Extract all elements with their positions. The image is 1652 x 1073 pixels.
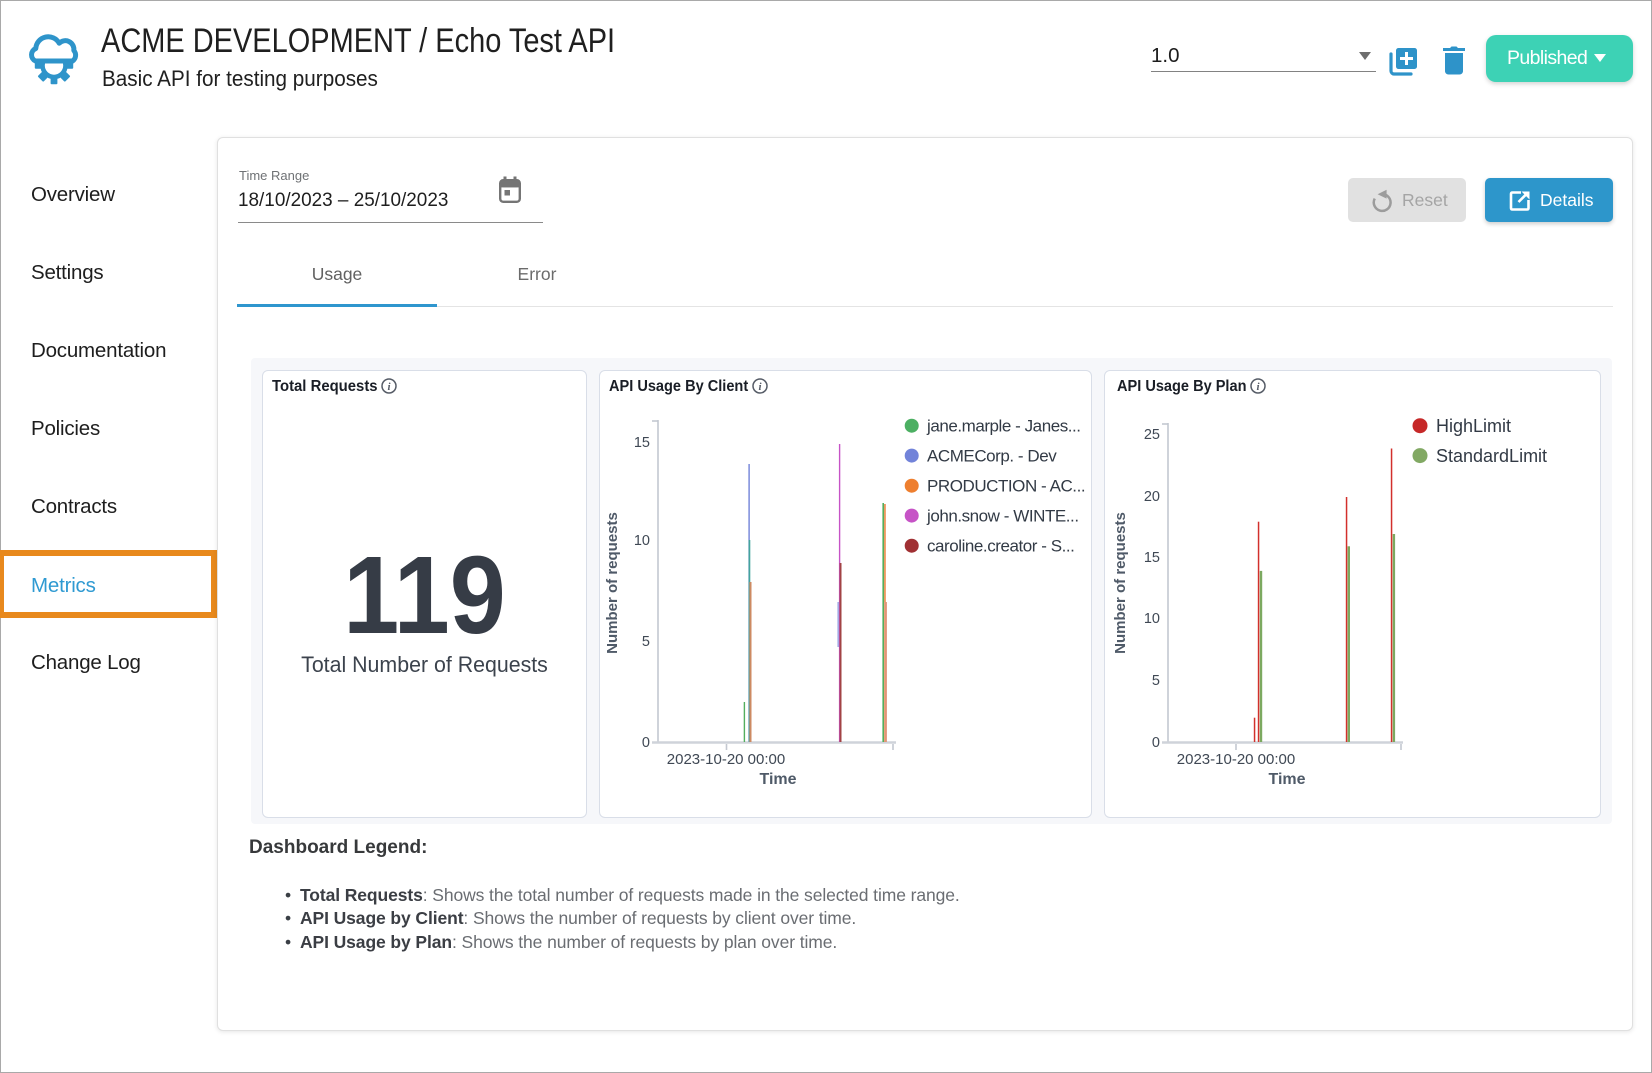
svg-text:0: 0: [1152, 735, 1160, 751]
svg-text:i: i: [387, 381, 391, 393]
svg-text:HighLimit: HighLimit: [1436, 416, 1511, 436]
svg-text:Time: Time: [1268, 771, 1305, 788]
svg-text:i: i: [758, 381, 762, 393]
svg-text:15: 15: [1144, 550, 1160, 566]
svg-text:25: 25: [1144, 427, 1160, 443]
svg-text:2023-10-20 00:00: 2023-10-20 00:00: [667, 751, 785, 768]
svg-text:15: 15: [634, 435, 650, 451]
svg-text:john.snow - WINTE...: john.snow - WINTE...: [926, 507, 1079, 526]
svg-text:caroline.creator - S...: caroline.creator - S...: [927, 537, 1074, 556]
svg-text:2023-10-20 00:00: 2023-10-20 00:00: [1177, 751, 1295, 768]
svg-text:jane.marple - Janes...: jane.marple - Janes...: [926, 417, 1081, 436]
svg-text:0: 0: [642, 735, 650, 751]
svg-text:Number of requests: Number of requests: [604, 512, 621, 654]
svg-text:10: 10: [1144, 611, 1160, 627]
svg-text:5: 5: [642, 634, 650, 650]
svg-text:i: i: [1256, 381, 1260, 393]
svg-text:20: 20: [1144, 489, 1160, 505]
svg-text:10: 10: [634, 533, 650, 549]
svg-text:Time: Time: [759, 771, 796, 788]
svg-text:Number of requests: Number of requests: [1112, 512, 1129, 654]
svg-text:StandardLimit: StandardLimit: [1436, 446, 1547, 466]
svg-text:PRODUCTION - AC...: PRODUCTION - AC...: [927, 477, 1085, 496]
svg-text:5: 5: [1152, 673, 1160, 689]
svg-text:ACMECorp. - Dev: ACMECorp. - Dev: [927, 447, 1057, 466]
